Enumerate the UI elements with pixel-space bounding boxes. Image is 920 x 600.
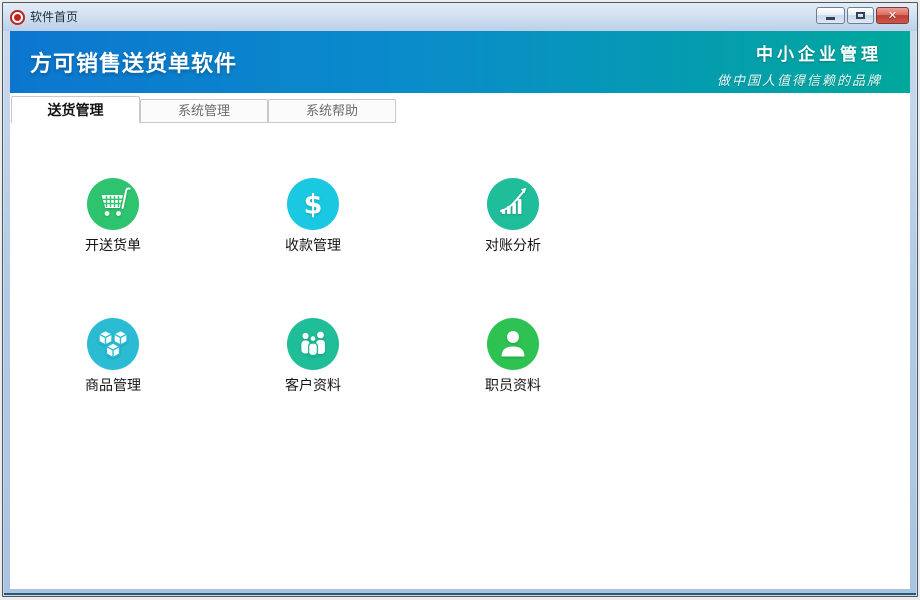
dollar-icon: $ bbox=[287, 178, 339, 230]
launcher-label: 商品管理 bbox=[85, 376, 141, 394]
tab-strip: 送货管理 系统管理 系统帮助 bbox=[11, 96, 396, 123]
brand-block: 中小企业管理 做中国人值得信赖的品牌 bbox=[717, 40, 882, 89]
launcher-label: 客户资料 bbox=[285, 376, 341, 394]
person-icon bbox=[487, 318, 539, 370]
minimize-icon bbox=[826, 17, 835, 20]
maximize-icon bbox=[856, 12, 865, 19]
cubes-icon bbox=[87, 318, 139, 370]
launcher-reconciliation-analysis[interactable]: 对账分析 bbox=[461, 178, 565, 254]
tab-system-management[interactable]: 系统管理 bbox=[140, 99, 268, 123]
launcher-label: 职员资料 bbox=[485, 376, 541, 394]
launcher-create-delivery-note[interactable]: 开送货单 bbox=[61, 178, 165, 254]
title-bar[interactable]: 软件首页 ✕ bbox=[3, 3, 917, 31]
brand-title: 中小企业管理 bbox=[717, 40, 882, 65]
maximize-button[interactable] bbox=[847, 7, 874, 24]
tab-delivery-management[interactable]: 送货管理 bbox=[11, 96, 140, 123]
launcher-product-management[interactable]: 商品管理 bbox=[61, 318, 165, 394]
launcher-label: 收款管理 bbox=[285, 236, 341, 254]
app-title: 方可销售送货单软件 bbox=[30, 46, 237, 78]
launcher-label: 对账分析 bbox=[485, 236, 541, 254]
launcher-payment-management[interactable]: $ 收款管理 bbox=[261, 178, 365, 254]
launcher-label: 开送货单 bbox=[85, 236, 141, 254]
window-title: 软件首页 bbox=[30, 3, 78, 31]
minimize-button[interactable] bbox=[816, 7, 845, 24]
app-window: 软件首页 ✕ 方可销售送货单软件 中小企业管理 做中国人值得信赖的品牌 送货管理… bbox=[2, 2, 918, 597]
brand-slogan: 做中国人值得信赖的品牌 bbox=[717, 70, 882, 89]
launcher-customer-info[interactable]: 客户资料 bbox=[261, 318, 365, 394]
cart-icon bbox=[87, 178, 139, 230]
people-icon bbox=[287, 318, 339, 370]
close-icon: ✕ bbox=[888, 9, 897, 22]
app-logo-icon[interactable] bbox=[10, 10, 25, 25]
window-body: 方可销售送货单软件 中小企业管理 做中国人值得信赖的品牌 送货管理 系统管理 系… bbox=[10, 31, 910, 589]
tab-system-help[interactable]: 系统帮助 bbox=[268, 99, 396, 123]
window-controls: ✕ bbox=[816, 7, 909, 24]
chart-icon bbox=[487, 178, 539, 230]
svg-text:$: $ bbox=[304, 190, 323, 221]
window-bottom-edge bbox=[4, 593, 916, 595]
launcher-employee-info[interactable]: 职员资料 bbox=[461, 318, 565, 394]
close-button[interactable]: ✕ bbox=[876, 7, 909, 24]
banner-header: 方可销售送货单软件 中小企业管理 做中国人值得信赖的品牌 bbox=[10, 31, 910, 93]
